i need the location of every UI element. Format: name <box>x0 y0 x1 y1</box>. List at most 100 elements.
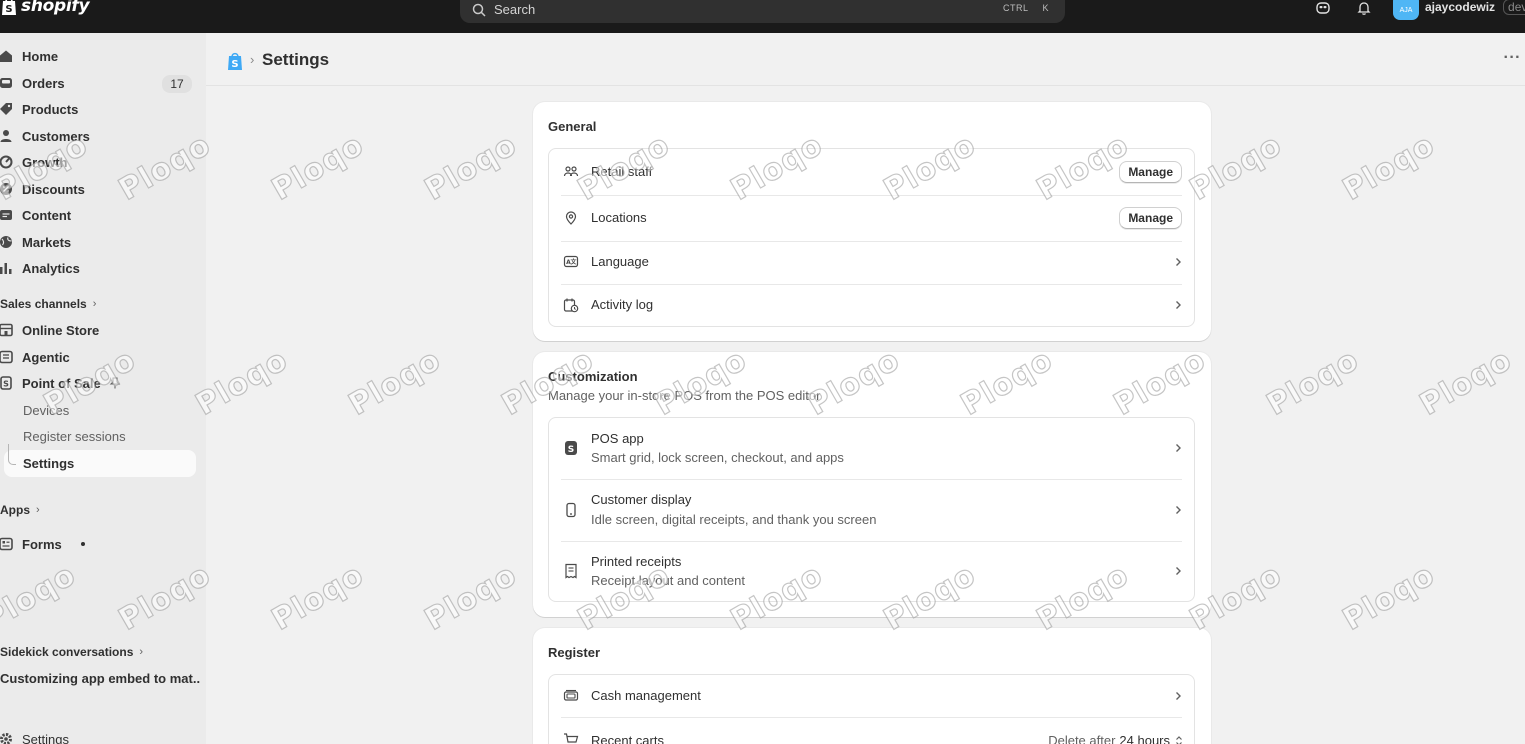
more-actions-button[interactable]: ··· <box>1504 49 1521 67</box>
row-recent-carts[interactable]: Recent carts Delete after 24 hours <box>549 717 1194 744</box>
brand-name: shopify <box>21 0 90 16</box>
store-tag: dev <box>1503 0 1525 15</box>
language-icon: A文 <box>563 255 579 268</box>
sidebar-subitem-devices[interactable]: Devices <box>23 403 69 418</box>
sidebar-subitem-register-sessions[interactable]: Register sessions <box>23 429 126 444</box>
chevron-right-icon <box>1176 506 1181 514</box>
content-icon <box>0 210 12 220</box>
search-placeholder: Search <box>494 2 536 17</box>
watermark: Ploqo <box>1260 342 1366 423</box>
sidebar-item-customers[interactable]: Customers <box>0 125 90 147</box>
bar-chart-icon <box>0 263 12 274</box>
customization-card: Customization Manage your in-store POS f… <box>533 352 1211 617</box>
select-arrows-icon <box>1176 735 1182 744</box>
sidebar-item-point-of-sale[interactable]: S Point of Sale <box>0 372 121 394</box>
sidekick-conversations-header[interactable]: Sidekick conversations › <box>0 645 143 659</box>
cart-retention-select[interactable]: Delete after 24 hours <box>1048 733 1184 744</box>
sidebar-item-label: Markets <box>22 234 72 250</box>
chevron-right-icon: › <box>36 504 40 516</box>
activity-log-icon <box>563 298 579 313</box>
discount-icon <box>0 183 12 195</box>
row-label: Activity log <box>591 297 654 312</box>
forms-icon <box>0 537 13 551</box>
sidebar-item-label: Products <box>22 101 79 117</box>
tree-connector <box>8 444 16 465</box>
sidebar-item-content[interactable]: Content <box>0 204 71 226</box>
page-header: S › Settings ··· <box>206 33 1525 86</box>
sidebar-item-analytics[interactable]: Analytics <box>0 257 80 279</box>
chevron-right-icon <box>1176 567 1181 575</box>
chevron-right-icon <box>1176 444 1181 452</box>
row-activity-log[interactable]: Activity log <box>549 284 1194 327</box>
card-title: Register <box>548 645 601 660</box>
sidebar-item-label: Online Store <box>22 322 100 338</box>
pos-app-icon: S <box>565 441 577 455</box>
user-menu[interactable]: AJA ajaycodewiz dev <box>1393 0 1525 20</box>
svg-text:文: 文 <box>569 258 577 266</box>
svg-text:S: S <box>568 445 574 455</box>
apps-header[interactable]: Apps › <box>0 503 40 517</box>
row-label: Printed receipts <box>591 554 682 569</box>
sidebar-item-settings[interactable]: Settings <box>0 728 69 744</box>
pin-icon[interactable] <box>109 377 121 389</box>
sidebar-item-label: Content <box>22 207 72 223</box>
store-icon <box>0 323 13 337</box>
watermark: Ploqo <box>418 557 524 638</box>
search-shortcut: CTRL K <box>999 2 1053 14</box>
cash-drawer-icon <box>563 689 579 701</box>
sidebar-item-online-store[interactable]: Online Store <box>0 319 99 341</box>
watermark: Ploqo <box>265 557 371 638</box>
bell-icon[interactable] <box>1356 0 1372 16</box>
top-bar: S shopify Search CTRL K AJA ajaycodewiz … <box>0 0 1525 33</box>
sidebar-item-label: Customers <box>22 128 90 144</box>
sidebar-subitem-settings[interactable]: Settings <box>23 456 74 471</box>
search-bar[interactable]: Search CTRL K <box>460 0 1065 23</box>
customization-list: S POS app Smart grid, lock screen, check… <box>548 417 1195 602</box>
orders-count-badge: 17 <box>162 75 192 93</box>
gear-icon <box>0 733 12 744</box>
sidekick-conversation-item[interactable]: Customizing app embed to mat... <box>0 671 200 686</box>
pos-bag-icon[interactable]: S <box>226 51 244 71</box>
row-pos-app[interactable]: S POS app Smart grid, lock screen, check… <box>549 418 1194 479</box>
sidebar-item-home[interactable]: Home <box>0 45 58 67</box>
row-label: Recent carts <box>591 733 664 744</box>
unread-dot <box>80 542 85 546</box>
row-customer-display[interactable]: Customer display Idle screen, digital re… <box>549 479 1194 541</box>
watermark: Ploqo <box>1336 557 1442 638</box>
manage-retail-staff-button[interactable]: Manage <box>1119 161 1182 183</box>
row-retail-staff[interactable]: Retail staff Manage <box>549 149 1194 195</box>
sidebar-item-label: Analytics <box>22 260 80 276</box>
general-card: General Retail staff Manage Locations Ma… <box>533 102 1211 341</box>
row-printed-receipts[interactable]: Printed receipts Receipt layout and cont… <box>549 541 1194 602</box>
row-label: Locations <box>591 210 647 225</box>
location-pin-icon <box>565 211 577 225</box>
row-label: POS app <box>591 431 644 446</box>
row-language[interactable]: A文 Language <box>549 241 1194 284</box>
gauge-icon <box>0 155 13 169</box>
watermark: Ploqo <box>342 342 448 423</box>
sidekick-icon[interactable] <box>1315 0 1331 16</box>
row-locations[interactable]: Locations Manage <box>549 195 1194 241</box>
phone-icon <box>566 502 576 518</box>
sidebar-item-markets[interactable]: Markets <box>0 231 71 253</box>
row-label: Language <box>591 254 649 269</box>
sales-channels-header[interactable]: Sales channels › <box>0 297 96 311</box>
sidebar-item-agentic[interactable]: Agentic <box>0 346 70 368</box>
sidebar-item-discounts[interactable]: Discounts <box>0 178 85 200</box>
card-title: Customization <box>548 369 638 384</box>
sidebar-item-products[interactable]: Products <box>0 98 78 120</box>
row-label: Cash management <box>591 688 701 703</box>
row-description: Receipt layout and content <box>591 573 745 588</box>
sidebar-item-orders[interactable]: Orders <box>0 72 65 94</box>
chevron-right-icon <box>1176 258 1181 266</box>
register-card: Register Cash management Recent carts De… <box>533 628 1211 744</box>
sidebar-item-label: Growth <box>22 154 68 170</box>
home-icon <box>0 50 12 62</box>
sidebar-item-growth[interactable]: Growth <box>0 151 68 173</box>
sidebar-item-forms[interactable]: Forms <box>0 533 85 555</box>
row-cash-management[interactable]: Cash management <box>549 675 1194 717</box>
card-title: General <box>548 119 597 134</box>
manage-locations-button[interactable]: Manage <box>1119 207 1182 229</box>
pos-icon: S <box>0 376 12 390</box>
shopify-logo[interactable]: S shopify <box>0 0 90 16</box>
